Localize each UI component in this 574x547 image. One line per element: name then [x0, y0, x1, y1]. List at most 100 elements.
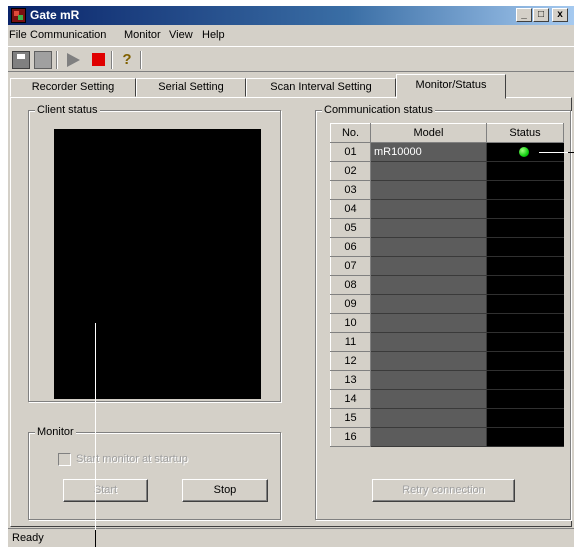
menu-monitor[interactable]: Monitor	[124, 29, 161, 41]
row-model	[370, 218, 487, 238]
row-status	[486, 427, 564, 447]
stop-icon[interactable]	[90, 51, 108, 69]
column-header-status[interactable]: Status	[486, 123, 564, 143]
table-row[interactable]: 06	[330, 237, 564, 257]
row-number: 10	[330, 313, 371, 333]
row-number: 14	[330, 389, 371, 409]
row-status	[486, 256, 564, 276]
table-row[interactable]: 11	[330, 332, 564, 352]
row-model	[370, 408, 487, 428]
row-model	[370, 199, 487, 219]
communication-status-table: No. Model Status 01 mR10000 02 03 04 05 06 07 08…	[330, 123, 564, 447]
retry-connection-button[interactable]: Retry connection	[372, 479, 515, 502]
tab-strip: Recorder Setting Serial Setting Scan Int…	[8, 74, 574, 99]
client-status-label: Client status	[35, 104, 100, 116]
table-row[interactable]: 08	[330, 275, 564, 295]
table-row[interactable]: 12	[330, 351, 564, 371]
table-row[interactable]: 16	[330, 427, 564, 447]
client-callout-line	[95, 323, 96, 547]
start-monitor-checkbox-label: Start monitor at startup	[76, 453, 188, 465]
row-status	[486, 370, 564, 390]
row-model	[370, 389, 487, 409]
row-model	[370, 180, 487, 200]
table-row[interactable]: 04	[330, 199, 564, 219]
table-row[interactable]: 09	[330, 294, 564, 314]
main-window: Gate mR _ □ x File Communication Monitor…	[8, 6, 574, 547]
row-model	[370, 256, 487, 276]
row-status	[486, 294, 564, 314]
maximize-button[interactable]: □	[533, 8, 549, 22]
row-status	[486, 332, 564, 352]
row-number: 12	[330, 351, 371, 371]
table-row[interactable]: 03	[330, 180, 564, 200]
row-status	[486, 161, 564, 181]
row-status	[486, 313, 564, 333]
start-button-label: Start	[93, 484, 118, 496]
row-number: 05	[330, 218, 371, 238]
play-icon[interactable]	[64, 51, 82, 69]
save-icon[interactable]	[12, 51, 30, 69]
menu-communication[interactable]: Communication	[30, 29, 106, 41]
column-header-model[interactable]: Model	[370, 123, 487, 143]
row-number: 16	[330, 427, 371, 447]
row-model	[370, 275, 487, 295]
row-status	[486, 180, 564, 200]
toolbar: ?	[8, 46, 574, 72]
table-header-row: No. Model Status	[330, 123, 564, 143]
row-model	[370, 332, 487, 352]
status-bar: Ready	[8, 528, 574, 547]
stop-button[interactable]: Stop	[182, 479, 268, 502]
table-row[interactable]: 13	[330, 370, 564, 390]
row-number: 06	[330, 237, 371, 257]
help-icon[interactable]: ?	[118, 51, 136, 69]
tab-recorder-setting[interactable]: Recorder Setting	[10, 78, 136, 97]
row-model	[370, 294, 487, 314]
status-text: Ready	[12, 532, 44, 544]
row-number: 04	[330, 199, 371, 219]
menu-view[interactable]: View	[169, 29, 193, 41]
client-callout-line-ext	[95, 530, 96, 547]
row-model	[370, 351, 487, 371]
window-title: Gate mR	[30, 8, 80, 22]
row-status	[486, 275, 564, 295]
title-bar: Gate mR _ □ x	[8, 6, 574, 25]
table-row[interactable]: 07	[330, 256, 564, 276]
row-status	[486, 408, 564, 428]
table-row[interactable]: 01 mR10000	[330, 142, 564, 162]
row-status	[486, 218, 564, 238]
toolbar-separator	[140, 51, 142, 69]
row-model: mR10000	[370, 142, 487, 162]
row-number: 03	[330, 180, 371, 200]
menu-bar: File Communication Monitor View Help	[8, 26, 574, 44]
client-status-display	[54, 129, 261, 399]
table-row[interactable]: 15	[330, 408, 564, 428]
table-row[interactable]: 02	[330, 161, 564, 181]
close-button[interactable]: x	[552, 8, 568, 22]
menu-help[interactable]: Help	[202, 29, 225, 41]
save-as-icon[interactable]	[34, 51, 52, 69]
start-button[interactable]: Start	[63, 479, 148, 502]
tab-monitor-status[interactable]: Monitor/Status	[396, 74, 506, 99]
column-header-no[interactable]: No.	[330, 123, 371, 143]
row-number: 01	[330, 142, 371, 162]
row-status	[486, 237, 564, 257]
tab-scan-interval-setting[interactable]: Scan Interval Setting	[246, 78, 396, 97]
retry-connection-label: Retry connection	[402, 484, 485, 496]
tab-serial-setting[interactable]: Serial Setting	[136, 78, 246, 97]
toolbar-separator	[111, 51, 113, 69]
menu-file[interactable]: File	[9, 29, 27, 41]
minimize-button[interactable]: _	[516, 8, 532, 22]
row-model	[370, 313, 487, 333]
monitor-group: Monitor	[28, 426, 281, 520]
table-row[interactable]: 10	[330, 313, 564, 333]
row-model	[370, 427, 487, 447]
communication-status-label: Communication status	[322, 104, 435, 116]
row-status	[486, 389, 564, 409]
table-row[interactable]: 14	[330, 389, 564, 409]
row-number: 07	[330, 256, 371, 276]
row-number: 11	[330, 332, 371, 352]
start-monitor-checkbox[interactable]	[58, 453, 71, 466]
row-number: 13	[330, 370, 371, 390]
table-row[interactable]: 05	[330, 218, 564, 238]
row-model	[370, 237, 487, 257]
